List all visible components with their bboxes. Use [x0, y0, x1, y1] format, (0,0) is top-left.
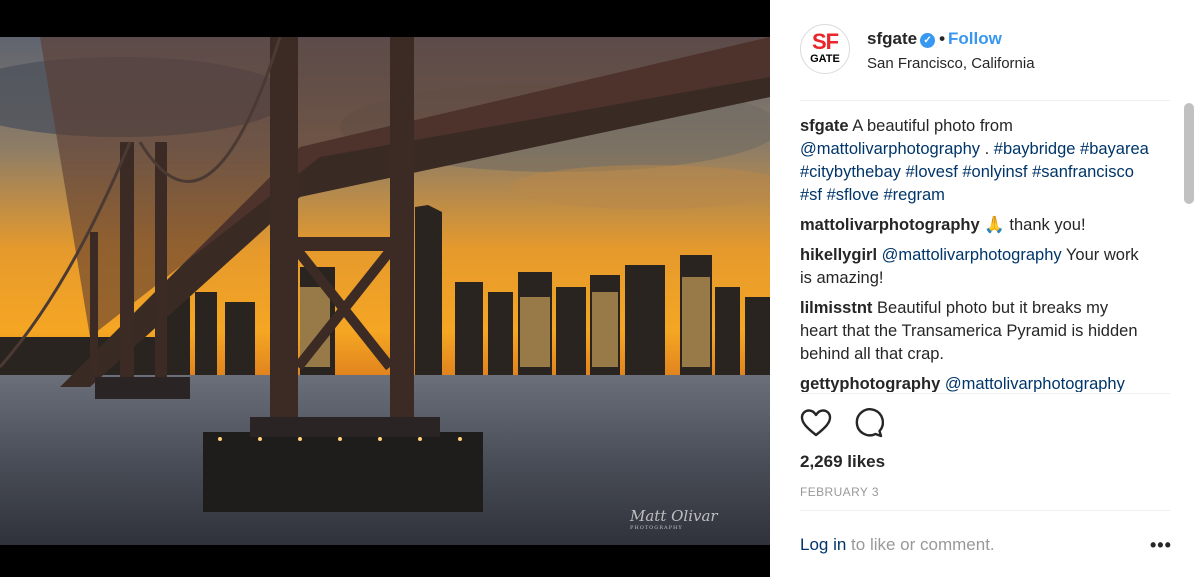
- comment-item: sfgate A beautiful photo from @mattoliva…: [800, 115, 1150, 207]
- photo-pane: Matt Olivar PHOTOGRAPHY: [0, 0, 770, 577]
- signature-text: Matt Olivar: [630, 507, 718, 525]
- bay-bridge-photo: [0, 37, 770, 545]
- comments-list[interactable]: sfgate A beautiful photo from @mattoliva…: [800, 115, 1150, 392]
- comment-tag-link[interactable]: #baybridge: [994, 140, 1076, 158]
- comment-item: gettyphotography @mattolivarphotography: [800, 373, 1150, 392]
- comment-text: 🙏 thank you!: [979, 216, 1086, 234]
- comment-item: mattolivarphotography 🙏 thank you!: [800, 214, 1150, 237]
- brand-logo-sf: SF: [811, 29, 839, 54]
- comment-text: .: [980, 140, 994, 158]
- comment-username[interactable]: hikellygirl: [800, 246, 877, 264]
- post-header: SF GATE sfgate ✓ • Follow San Francisco, Ca…: [800, 22, 1170, 82]
- comment-username[interactable]: mattolivarphotography: [800, 216, 980, 234]
- login-link[interactable]: Log in: [800, 535, 846, 554]
- comment-tag-link[interactable]: #bayarea: [1080, 140, 1149, 158]
- comment-tag-link[interactable]: #citybythebay: [800, 163, 901, 181]
- brand-logo-gate: GATE: [810, 53, 840, 65]
- photo-signature: Matt Olivar PHOTOGRAPHY: [630, 507, 718, 531]
- likes-count[interactable]: 2,269 likes: [800, 452, 885, 472]
- header-divider: [800, 100, 1170, 101]
- comment-tag-link[interactable]: @mattolivarphotography: [882, 246, 1062, 264]
- comment-tag-link[interactable]: @mattolivarphotography: [800, 140, 980, 158]
- comment-tag-link[interactable]: #lovesf: [906, 163, 958, 181]
- comment-text: A beautiful photo from: [852, 117, 1013, 135]
- comment-username[interactable]: lilmisstnt: [800, 299, 872, 317]
- header-title-row: sfgate ✓ • Follow: [867, 29, 1002, 49]
- follow-button[interactable]: Follow: [948, 29, 1002, 48]
- comment-tag-link[interactable]: #sflove: [827, 186, 879, 204]
- like-heart-icon[interactable]: [800, 407, 834, 441]
- comments-divider: [800, 393, 1170, 394]
- comment-item: lilmisstnt Beautiful photo but it breaks…: [800, 297, 1150, 366]
- footer-divider: [800, 510, 1170, 511]
- more-options-icon[interactable]: •••: [1150, 535, 1172, 556]
- login-prompt: Log in to like or comment.: [800, 535, 995, 555]
- comment-tag-link[interactable]: #onlyinsf: [962, 163, 1027, 181]
- post-photo[interactable]: Matt Olivar PHOTOGRAPHY: [0, 37, 770, 545]
- verified-badge-icon: ✓: [920, 33, 936, 48]
- comment-bubble-icon[interactable]: [852, 407, 886, 441]
- post-date[interactable]: FEBRUARY 3: [800, 485, 879, 499]
- instagram-post-modal: Matt Olivar PHOTOGRAPHY SF GATE sfgate ✓ •…: [0, 0, 1200, 577]
- comments-scrollbar[interactable]: [1184, 103, 1194, 204]
- comment-item: hikellygirl @mattolivarphotography Your …: [800, 244, 1150, 290]
- login-prompt-text: to like or comment.: [846, 535, 995, 554]
- comment-username[interactable]: gettyphotography: [800, 375, 940, 392]
- avatar[interactable]: SF GATE: [800, 24, 850, 74]
- comment-tag-link[interactable]: #sf: [800, 186, 822, 204]
- comment-tag-link[interactable]: #sanfrancisco: [1032, 163, 1134, 181]
- username-link[interactable]: sfgate: [867, 29, 917, 48]
- comment-username[interactable]: sfgate: [800, 117, 849, 135]
- location-link[interactable]: San Francisco, California: [867, 55, 1035, 72]
- comment-tag-link[interactable]: @mattolivarphotography: [945, 375, 1125, 392]
- comment-tag-link[interactable]: #regram: [883, 186, 944, 204]
- signature-subtext: PHOTOGRAPHY: [630, 525, 683, 531]
- separator-dot: •: [939, 29, 946, 48]
